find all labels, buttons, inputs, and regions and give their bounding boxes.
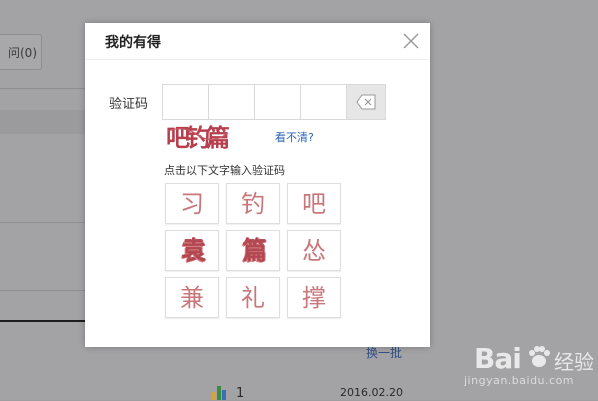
captcha-dialog: 我的有得 验证码 吧钓篇 看不清? 点击以下文字输入验证码 习 钓 吧 袁 篇 … xyxy=(85,23,430,347)
dialog-title: 我的有得 xyxy=(105,35,161,51)
char-button-9[interactable]: 撑 xyxy=(287,277,341,318)
background-tab: 问(0) xyxy=(0,34,42,70)
background-divider xyxy=(0,290,86,291)
watermark-url: jingyan.baidu.com xyxy=(464,374,575,387)
bar-chart-icon xyxy=(212,386,232,400)
char-button-1[interactable]: 习 xyxy=(165,183,219,224)
watermark-brand-cn: 经验 xyxy=(554,350,594,374)
background-date: 2016.02.20 xyxy=(340,386,403,399)
char-button-7[interactable]: 兼 xyxy=(165,277,219,318)
captcha-hint: 点击以下文字输入验证码 xyxy=(164,164,285,177)
char-button-3[interactable]: 吧 xyxy=(287,183,341,224)
background-divider xyxy=(0,222,86,223)
captcha-slot-3[interactable] xyxy=(254,84,300,120)
captcha-input-group xyxy=(162,84,386,120)
background-dark-rule xyxy=(0,320,86,322)
char-button-4[interactable]: 袁 xyxy=(165,230,219,271)
background-band xyxy=(0,110,86,134)
close-icon[interactable] xyxy=(402,32,420,50)
char-button-5[interactable]: 篇 xyxy=(226,230,280,271)
char-button-6[interactable]: 怂 xyxy=(287,230,341,271)
char-button-2[interactable]: 钓 xyxy=(226,183,280,224)
captcha-slot-4[interactable] xyxy=(300,84,347,120)
paw-icon xyxy=(529,346,550,367)
background-count: 1 xyxy=(236,386,245,401)
background-divider xyxy=(0,88,86,89)
backspace-button[interactable] xyxy=(347,84,386,120)
char-button-8[interactable]: 礼 xyxy=(226,277,280,318)
captcha-label: 验证码 xyxy=(109,97,149,112)
watermark-brand: Bai xyxy=(474,342,522,375)
captcha-slot-2[interactable] xyxy=(208,84,254,120)
baidu-watermark: Bai 经验 jingyan.baidu.com xyxy=(448,338,598,400)
character-grid: 习 钓 吧 袁 篇 怂 兼 礼 撑 xyxy=(165,183,345,321)
captcha-slot-1[interactable] xyxy=(162,84,208,120)
refresh-captcha-link[interactable]: 看不清? xyxy=(275,129,314,145)
captcha-image: 吧钓篇 xyxy=(166,123,233,151)
dialog-header: 我的有得 xyxy=(85,23,430,60)
captcha-image-text: 吧钓篇 xyxy=(166,123,229,151)
backspace-icon xyxy=(356,94,376,110)
